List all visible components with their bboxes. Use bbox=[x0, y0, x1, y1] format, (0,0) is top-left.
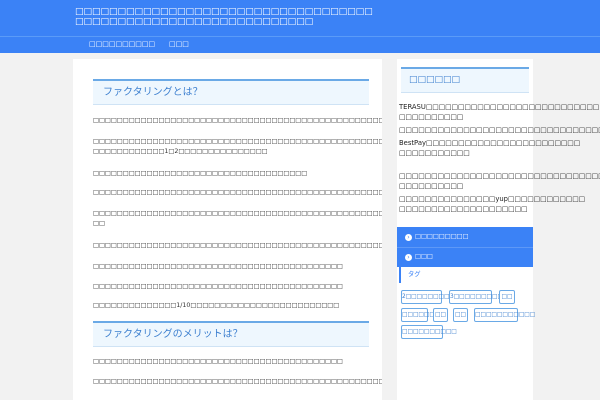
paragraph-5: □□□□□□□□□□□□□□□□□□□□□□□□□□□□□□□□□□□□□□□□… bbox=[93, 189, 382, 196]
sidebar-nav-divider bbox=[397, 247, 533, 248]
global-nav: □□□□□□□□□□ □□□ bbox=[0, 36, 600, 53]
nav-item-1[interactable]: □□□□□□□□□□ bbox=[89, 40, 155, 48]
paragraph-1: □□□□□□□□□□□□□□□□□□□□□□□□□□□□□□□□□□□□□□□□… bbox=[93, 117, 382, 124]
tag-8[interactable]: □□□□□□□□□□ bbox=[401, 325, 457, 339]
paragraph-9: □□□□□□□□□□□□□□□□□□□□□□□□□□□□□□□□□□□□□□□□… bbox=[93, 263, 343, 270]
sidebar-line-8[interactable]: □□□□□□□□□□□□□□□yup□□□□□□□□□□□□ bbox=[399, 194, 585, 204]
site-title[interactable]: □□□□□□□□□□□□□□□□□□□□□□□□□□□□□□□□□□□ □□□□… bbox=[75, 7, 375, 27]
paragraph-10: □□□□□□□□□□□□□□□□□□□□□□□□□□□□□□□□□□□□□□□□… bbox=[93, 283, 343, 290]
site-title-line-1: □□□□□□□□□□□□□□□□□□□□□□□□□□□□□□□□□□□ bbox=[75, 7, 373, 17]
sidebar-line-9[interactable]: □□□□□□□□□□□□□□□□□□□□ bbox=[399, 204, 533, 214]
tag-3[interactable]: □□ bbox=[499, 290, 515, 304]
article-content: ファクタリングとは？ □□□□□□□□□□□□□□□□□□□□□□□□□□□□□… bbox=[73, 59, 382, 400]
sidebar-heading: □□□□□□ bbox=[401, 67, 529, 93]
tag-heading: タグ bbox=[399, 267, 529, 283]
paragraph-4: □□□□□□□□□□□□□□□□□□□□□□□□□□□□□□□□□□□□ bbox=[93, 170, 308, 177]
sidebar-line-7[interactable]: □□□□□□□□□□ bbox=[399, 181, 533, 191]
sidebar-nav-item-1[interactable]: › □□□□□□□□□ bbox=[405, 233, 469, 241]
sidebar-line-3[interactable]: □□□□□□□□□□□□□□□□□□□□□□□□□□□□□□□□ bbox=[399, 125, 600, 135]
paragraph-12: □□□□□□□□□□□□□□□□□□□□□□□□□□□□□□□□□□□□□□□□… bbox=[93, 358, 343, 365]
sidebar-nav: › □□□□□□□□□ › □□□ bbox=[397, 227, 533, 267]
sidebar: □□□□□□ TERASU□□□□□□□□□□□□□□□□□□□□□□□□□□□… bbox=[397, 59, 600, 400]
tag-5[interactable]: □□ bbox=[433, 308, 448, 322]
chevron-right-icon: › bbox=[405, 254, 412, 261]
sidebar-line-1[interactable]: TERASU□□□□□□□□□□□□□□□□□□□□□□□□□□□ bbox=[399, 102, 599, 112]
article-heading-1: ファクタリングとは？ bbox=[93, 79, 369, 105]
paragraph-7: □□ bbox=[93, 220, 105, 227]
tag-6[interactable]: □□ bbox=[453, 308, 468, 322]
sidebar-nav-item-2-label: □□□ bbox=[415, 253, 433, 260]
tag-2[interactable]: 3□□□□□□□□□□□ bbox=[449, 290, 514, 304]
tag-1[interactable]: 2□□□□□□□□□□□ bbox=[401, 290, 466, 304]
tag-4[interactable]: □□□□□□ bbox=[401, 308, 435, 322]
paragraph-11: □□□□□□□□□□□□□□1/10□□□□□□□□□□□□□□□□□□□□□□… bbox=[93, 302, 340, 309]
sidebar-nav-item-1-label: □□□□□□□□□ bbox=[415, 233, 469, 240]
sidebar-line-6[interactable]: □□□□□□□□□□□□□□□□□□□□□□□□□□□□□□□□ bbox=[399, 171, 600, 181]
article-heading-2: ファクタリングのメリットは？ bbox=[93, 321, 369, 347]
paragraph-3: □□□□□□□□□□□□1□2□□□□□□□□□□□□□□□ bbox=[93, 148, 268, 155]
paragraph-8: □□□□□□□□□□□□□□□□□□□□□□□□□□□□□□□□□□□□□□□□… bbox=[93, 242, 382, 249]
sidebar-nav-item-2[interactable]: › □□□ bbox=[405, 253, 433, 261]
paragraph-13: □□□□□□□□□□□□□□□□□□□□□□□□□□□□□□□□□□□□□□□□… bbox=[93, 378, 382, 385]
sidebar-line-5[interactable]: □□□□□□□□□□□ bbox=[399, 148, 533, 158]
site-title-line-2: □□□□□□□□□□□□□□□□□□□□□□□□□□□□ bbox=[75, 17, 314, 27]
paragraph-2: □□□□□□□□□□□□□□□□□□□□□□□□□□□□□□□□□□□□□□□□… bbox=[93, 138, 382, 145]
sidebar-line-2[interactable]: □□□□□□□□□□ bbox=[399, 112, 533, 122]
site-header: □□□□□□□□□□□□□□□□□□□□□□□□□□□□□□□□□□□ □□□□… bbox=[0, 0, 600, 36]
tag-7[interactable]: □□□□□□□□□□□ bbox=[474, 308, 535, 322]
paragraph-6: □□□□□□□□□□□□□□□□□□□□□□□□□□□□□□□□□□□□□□□□… bbox=[93, 210, 382, 217]
nav-item-2[interactable]: □□□ bbox=[169, 40, 189, 48]
chevron-right-icon: › bbox=[405, 234, 412, 241]
sidebar-line-4[interactable]: BestPay□□□□□□□□□□□□□□□□□□□□□□□□ bbox=[399, 138, 580, 148]
